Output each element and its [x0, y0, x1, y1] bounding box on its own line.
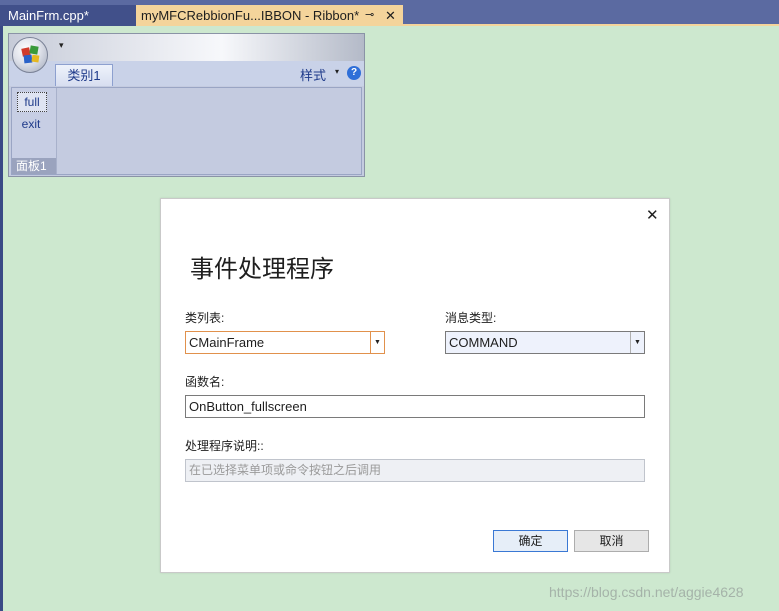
document-tab-strip: MainFrm.cpp* myMFCRebbionFu...IBBON - Ri… [0, 0, 779, 26]
full-button[interactable]: full [17, 92, 47, 112]
exit-button[interactable]: exit [17, 115, 45, 133]
ribbon-panel-area: full exit 面板1 [11, 87, 362, 175]
style-menu[interactable]: 样式 [300, 65, 326, 84]
dialog-title: 事件处理程序 [190, 256, 334, 283]
message-type-combo[interactable]: COMMAND ▼ [445, 331, 645, 354]
cancel-button[interactable]: 取消 [574, 530, 649, 552]
tab-category-1[interactable]: 类别1 [55, 64, 113, 86]
watermark: https://blog.csdn.net/aggie4628 [549, 584, 744, 600]
message-type-label: 消息类型: [445, 311, 497, 325]
close-icon[interactable]: ✕ [385, 5, 396, 26]
message-type-value: COMMAND [449, 335, 518, 350]
class-list-label: 类列表: [185, 311, 225, 325]
ok-button[interactable]: 确定 [493, 530, 568, 552]
help-icon[interactable]: ? [347, 66, 361, 80]
tab-mainfrm-cpp[interactable]: MainFrm.cpp* [0, 5, 136, 26]
ribbon-panel: full exit 面板1 [12, 88, 57, 174]
close-icon[interactable]: ✕ [646, 206, 659, 224]
class-list-value: CMainFrame [189, 335, 265, 350]
handler-description-value: 在已选择菜单项或命令按钮之后调用 [189, 463, 382, 477]
chevron-down-icon[interactable]: ▾ [335, 67, 339, 76]
function-name-value: OnButton_fullscreen [189, 399, 307, 414]
ribbon-tab-row: 类别1 样式 ▾ ? [9, 61, 364, 86]
left-edge [0, 26, 3, 611]
function-name-input[interactable]: OnButton_fullscreen [185, 395, 645, 418]
ribbon-preview: ▾ 类别1 样式 ▾ ? full exit 面板1 [8, 33, 365, 177]
panel-caption: 面板1 [12, 158, 56, 174]
tab-label: MainFrm.cpp* [8, 8, 89, 23]
quick-access-toolbar: ▾ [9, 34, 364, 61]
qat-dropdown-icon[interactable]: ▾ [59, 40, 64, 51]
pin-icon[interactable]: ⊸ [365, 5, 374, 26]
chevron-down-icon[interactable]: ▼ [630, 332, 644, 353]
handler-description-field: 在已选择菜单项或命令按钮之后调用 [185, 459, 645, 482]
chevron-down-icon[interactable]: ▼ [370, 332, 384, 353]
application-button[interactable] [12, 37, 48, 73]
mfc-logo-icon [21, 45, 40, 64]
tab-ribbon-designer[interactable]: myMFCRebbionFu...IBBON - Ribbon* ⊸ ✕ [136, 5, 403, 26]
function-name-label: 函数名: [185, 375, 225, 389]
tab-label: myMFCRebbionFu...IBBON - Ribbon* [141, 8, 360, 23]
class-list-combo[interactable]: CMainFrame ▼ [185, 331, 385, 354]
handler-description-label: 处理程序说明:: [185, 439, 264, 453]
event-handler-dialog: ✕ 事件处理程序 类列表: CMainFrame ▼ 消息类型: COMMAND… [160, 198, 670, 573]
